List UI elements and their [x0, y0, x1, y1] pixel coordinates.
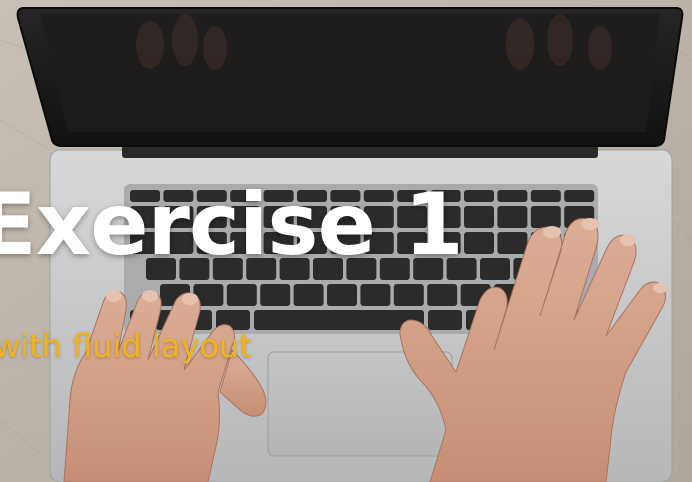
- keyboard-key: [226, 284, 257, 306]
- keyboard-key: [464, 232, 494, 254]
- keyboard-key: [464, 190, 494, 202]
- keyboard-key: [393, 284, 424, 306]
- keyboard-key: [293, 284, 324, 306]
- keyboard-key: [360, 284, 391, 306]
- keyboard-key: [497, 190, 528, 202]
- keyboard-key: [327, 284, 357, 306]
- keyboard-key: [497, 206, 528, 228]
- keyboard-key: [480, 258, 510, 280]
- keyboard-key: [260, 284, 291, 306]
- keyboard-key: [464, 206, 494, 228]
- keyboard-key: [530, 190, 561, 202]
- keyboard-key: [564, 190, 595, 202]
- keyboard-key: [254, 310, 424, 330]
- keyboard-key: [530, 206, 561, 228]
- keyboard-key: [427, 284, 458, 306]
- slide-subtitle: with fluid layout: [0, 327, 252, 365]
- keyboard-key: [497, 232, 528, 254]
- slide-title: Exercise 1: [0, 175, 464, 275]
- keyboard-key: [428, 310, 462, 330]
